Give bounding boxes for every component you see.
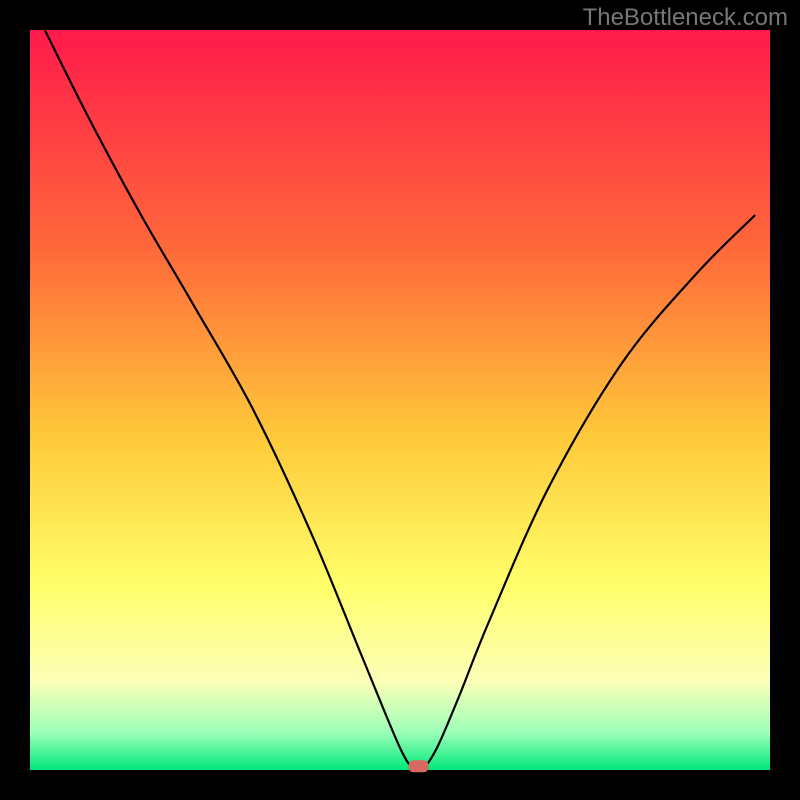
chart-svg	[0, 0, 800, 800]
plot-area	[30, 30, 770, 770]
chart-container: TheBottleneck.com	[0, 0, 800, 800]
watermark-text: TheBottleneck.com	[583, 4, 788, 32]
optimal-point-marker	[409, 760, 429, 772]
